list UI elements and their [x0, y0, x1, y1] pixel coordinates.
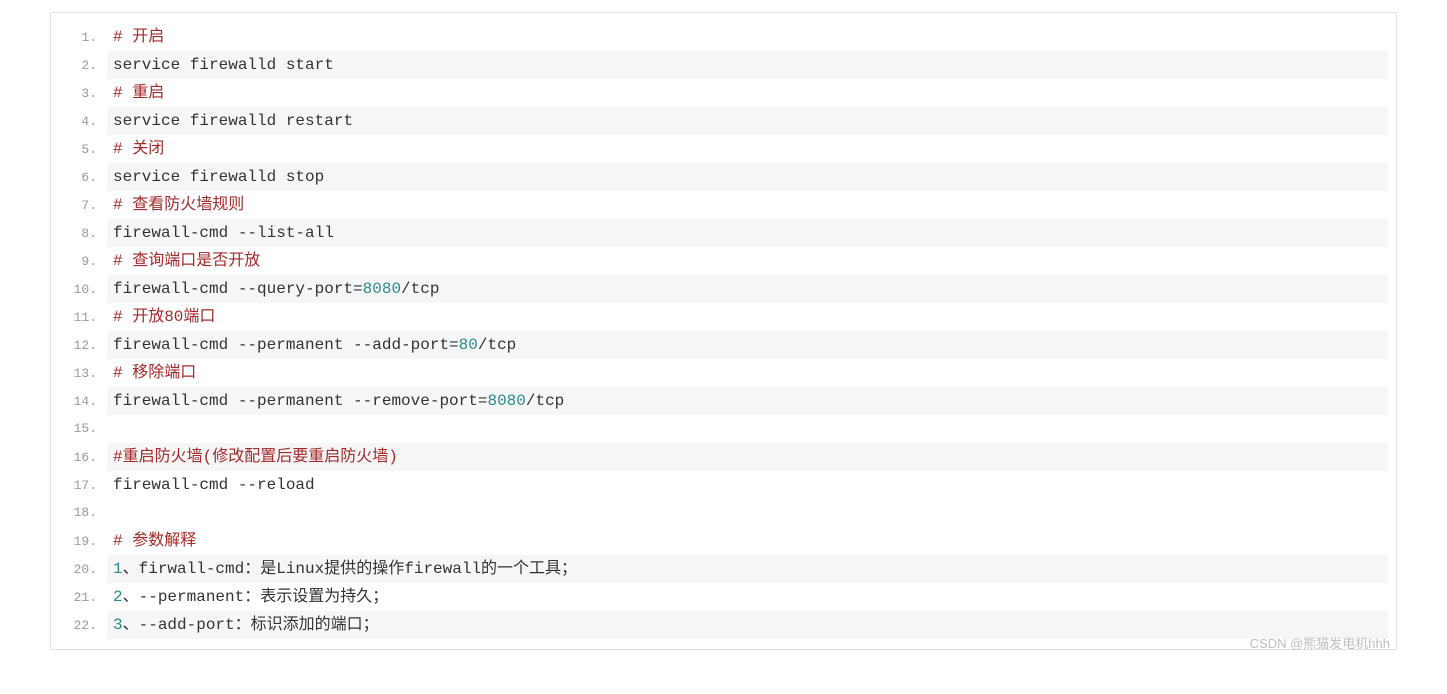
code-line: 2. service firewalld start [51, 51, 1396, 79]
line-content: # 重启 [107, 79, 1388, 107]
token-plain: service firewalld stop [113, 168, 324, 186]
token-comment: # 参数解释 [113, 532, 196, 550]
line-content: service firewalld restart [107, 107, 1388, 135]
line-number: 4. [51, 108, 107, 136]
code-line: 7. # 查看防火墙规则 [51, 191, 1396, 219]
line-content: # 参数解释 [107, 527, 1388, 555]
token-comment: # 重启 [113, 84, 164, 102]
code-line: 11. # 开放80端口 [51, 303, 1396, 331]
token-plain: firewall-cmd --permanent --remove-port= [113, 392, 487, 410]
line-content: firewall-cmd --query-port=8080/tcp [107, 275, 1388, 303]
code-line: 9. # 查询端口是否开放 [51, 247, 1396, 275]
line-number: 16. [51, 444, 107, 472]
code-block: 1. # 开启 2. service firewalld start 3. # 重启 4. s… [50, 12, 1397, 650]
token-plain: service firewalld restart [113, 112, 353, 130]
code-line: 19. # 参数解释 [51, 527, 1396, 555]
line-content: # 开放80端口 [107, 303, 1388, 331]
line-number: 5. [51, 136, 107, 164]
line-number: 21. [51, 584, 107, 612]
line-number: 13. [51, 360, 107, 388]
line-content: # 移除端口 [107, 359, 1388, 387]
line-number: 18. [51, 499, 107, 527]
code-line: 18. [51, 499, 1396, 527]
code-line: 13. # 移除端口 [51, 359, 1396, 387]
token-num: 2 [113, 588, 123, 606]
token-num: 8080 [487, 392, 525, 410]
code-line: 16. #重启防火墙(修改配置后要重启防火墙) [51, 443, 1396, 471]
line-number: 14. [51, 388, 107, 416]
code-line: 6. service firewalld stop [51, 163, 1396, 191]
code-line: 15. [51, 415, 1396, 443]
line-content: firewall-cmd --list-all [107, 219, 1388, 247]
token-num: 1 [113, 560, 123, 578]
token-comment: # 开启 [113, 28, 164, 46]
token-plain: firewall-cmd --reload [113, 476, 315, 494]
token-comment: # 移除端口 [113, 364, 196, 382]
token-comment: # 关闭 [113, 140, 164, 158]
line-number: 9. [51, 248, 107, 276]
token-num: 3 [113, 616, 123, 634]
line-content: # 查询端口是否开放 [107, 247, 1388, 275]
line-number: 7. [51, 192, 107, 220]
line-content: # 开启 [107, 23, 1388, 51]
code-line: 21.2、--permanent：表示设置为持久； [51, 583, 1396, 611]
line-content: # 关闭 [107, 135, 1388, 163]
line-number: 12. [51, 332, 107, 360]
token-comment: # 开放80端口 [113, 308, 215, 326]
code-line: 17. firewall-cmd --reload [51, 471, 1396, 499]
line-content: #重启防火墙(修改配置后要重启防火墙) [107, 443, 1388, 471]
line-number: 2. [51, 52, 107, 80]
token-plain: 、--add-port：标识添加的端口； [123, 616, 379, 634]
line-number: 20. [51, 556, 107, 584]
line-number: 22. [51, 612, 107, 640]
line-content: firewall-cmd --reload [107, 471, 1388, 499]
line-content: # 查看防火墙规则 [107, 191, 1388, 219]
token-plain: 、firwall-cmd：是Linux提供的操作firewall的一个工具； [123, 560, 577, 578]
token-plain: firewall-cmd --query-port= [113, 280, 363, 298]
code-line: 3. # 重启 [51, 79, 1396, 107]
code-line: 4. service firewalld restart [51, 107, 1396, 135]
code-line: 10.firewall-cmd --query-port=8080/tcp [51, 275, 1396, 303]
code-line: 14.firewall-cmd --permanent --remove-por… [51, 387, 1396, 415]
code-line: 20.1、firwall-cmd：是Linux提供的操作firewall的一个工… [51, 555, 1396, 583]
line-number: 10. [51, 276, 107, 304]
line-number: 6. [51, 164, 107, 192]
line-number: 11. [51, 304, 107, 332]
line-content: 1、firwall-cmd：是Linux提供的操作firewall的一个工具； [107, 555, 1388, 583]
line-number: 17. [51, 472, 107, 500]
code-line: 5. # 关闭 [51, 135, 1396, 163]
line-content: 2、--permanent：表示设置为持久； [107, 583, 1388, 611]
code-line: 22.3、--add-port：标识添加的端口； [51, 611, 1396, 639]
token-comment: # 查询端口是否开放 [113, 252, 260, 270]
code-line: 12.firewall-cmd --permanent --add-port=8… [51, 331, 1396, 359]
token-plain: /tcp [401, 280, 439, 298]
token-plain: 、--permanent：表示设置为持久； [123, 588, 389, 606]
token-plain: service firewalld start [113, 56, 334, 74]
token-comment: #重启防火墙(修改配置后要重启防火墙) [113, 448, 398, 466]
watermark-text: CSDN @熊猫发电机hhh [1250, 633, 1390, 652]
token-plain: /tcp [478, 336, 516, 354]
line-content: firewall-cmd --permanent --remove-port=8… [107, 387, 1388, 415]
token-plain: firewall-cmd --permanent --add-port= [113, 336, 459, 354]
token-comment: # 查看防火墙规则 [113, 196, 244, 214]
line-number: 15. [51, 415, 107, 443]
token-plain: firewall-cmd --list-all [113, 224, 334, 242]
line-content: service firewalld stop [107, 163, 1388, 191]
line-number: 3. [51, 80, 107, 108]
code-line: 8. firewall-cmd --list-all [51, 219, 1396, 247]
line-content: service firewalld start [107, 51, 1388, 79]
line-content: firewall-cmd --permanent --add-port=80/t… [107, 331, 1388, 359]
code-line-list: 1. # 开启 2. service firewalld start 3. # 重启 4. s… [51, 13, 1396, 649]
token-num: 8080 [363, 280, 401, 298]
line-number: 8. [51, 220, 107, 248]
token-plain: /tcp [526, 392, 564, 410]
line-content: 3、--add-port：标识添加的端口； [107, 611, 1388, 639]
code-line: 1. # 开启 [51, 23, 1396, 51]
token-num: 80 [459, 336, 478, 354]
line-number: 19. [51, 528, 107, 556]
line-number: 1. [51, 24, 107, 52]
